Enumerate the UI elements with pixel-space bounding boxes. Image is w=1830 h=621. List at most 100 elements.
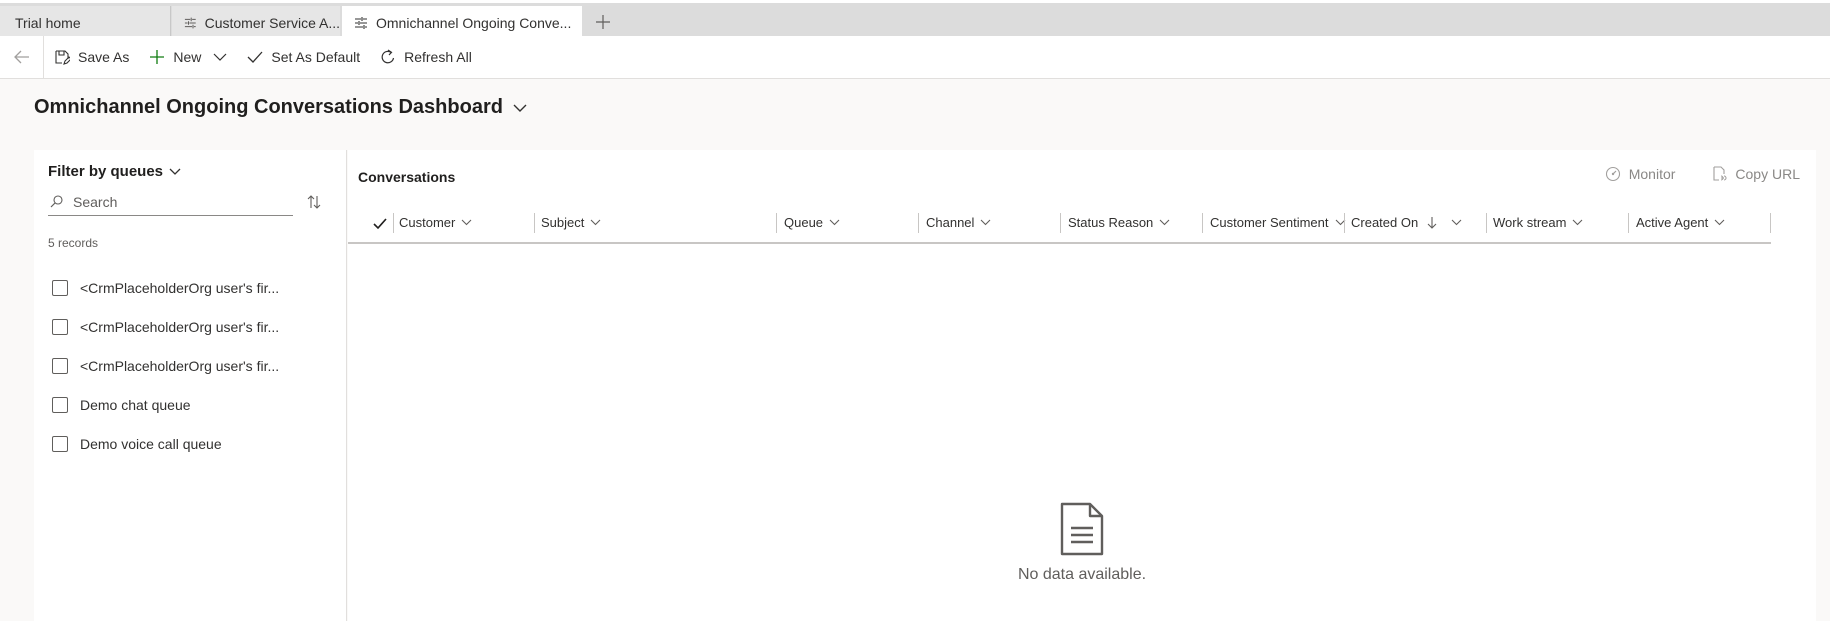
queue-label: <CrmPlaceholderOrg user's fir... <box>80 279 280 296</box>
refresh-all-label: Refresh All <box>404 49 472 65</box>
tab-omnichannel-dashboard[interactable]: Omnichannel Ongoing Conve... <box>342 6 582 39</box>
new-tab-button[interactable] <box>590 8 616 36</box>
back-button[interactable] <box>0 35 44 79</box>
column-divider <box>534 213 535 233</box>
column-header-queue[interactable]: Queue <box>784 203 840 242</box>
refresh-icon <box>381 49 395 64</box>
column-label: Status Reason <box>1068 215 1154 230</box>
queue-checkbox[interactable] <box>52 396 68 413</box>
command-bar: Save As New Set As Default Refresh All <box>0 35 1830 79</box>
plus-icon <box>150 50 165 64</box>
column-divider <box>1344 213 1345 233</box>
column-header-work-stream[interactable]: Work stream <box>1493 203 1583 242</box>
queue-checkbox[interactable] <box>52 279 68 296</box>
set-as-default-button[interactable]: Set As Default <box>237 36 370 79</box>
plus-icon <box>596 15 610 29</box>
sort-descending-arrow-icon <box>1427 217 1437 229</box>
column-header-customer-sentiment[interactable]: Customer Sentiment <box>1210 203 1346 242</box>
save-as-button[interactable]: Save As <box>44 36 139 79</box>
save-as-icon <box>55 50 70 65</box>
chevron-down-icon <box>169 168 181 175</box>
queue-item[interactable]: <CrmPlaceholderOrg user's fir... <box>52 307 279 346</box>
queue-filter-panel: Filter by queues 5 records <CrmPlacehold… <box>34 150 347 621</box>
column-divider <box>1486 213 1487 233</box>
column-divider <box>776 213 777 233</box>
page-title: Omnichannel Ongoing Conversations Dashbo… <box>34 96 503 118</box>
column-label: Queue <box>784 215 824 230</box>
dashboard-icon <box>184 17 196 28</box>
chevron-down-icon <box>829 219 840 226</box>
queue-label: Demo voice call queue <box>80 435 222 452</box>
dashboard-selector[interactable]: Omnichannel Ongoing Conversations Dashbo… <box>34 96 527 119</box>
column-label: Channel <box>926 215 975 230</box>
grid-actions: Monitor Copy URL <box>1569 166 1800 182</box>
column-label: Work stream <box>1493 215 1567 230</box>
column-divider <box>1060 213 1061 233</box>
empty-message: No data available. <box>1017 566 1147 583</box>
queue-checkbox[interactable] <box>52 435 68 452</box>
queue-list: <CrmPlaceholderOrg user's fir... <CrmPla… <box>52 268 279 463</box>
copy-url-button[interactable]: Copy URL <box>1711 166 1800 182</box>
queue-label: <CrmPlaceholderOrg user's fir... <box>80 357 280 374</box>
search-icon <box>50 195 63 208</box>
tab-trial-home[interactable]: Trial home <box>0 6 171 39</box>
chevron-down-icon[interactable] <box>213 52 227 62</box>
tab-label: Customer Service A... <box>204 14 340 31</box>
gauge-icon <box>1605 166 1620 182</box>
column-divider <box>1628 213 1629 233</box>
queue-item[interactable]: <CrmPlaceholderOrg user's fir... <box>52 268 279 307</box>
copy-url-label: Copy URL <box>1735 166 1800 182</box>
column-label: Active Agent <box>1636 215 1709 230</box>
checkmark-icon <box>247 51 263 63</box>
column-header-created-on[interactable]: Created On <box>1351 203 1462 242</box>
dashboard-icon <box>355 16 367 29</box>
document-icon <box>1060 502 1104 556</box>
queue-label: <CrmPlaceholderOrg user's fir... <box>80 318 280 335</box>
new-label: New <box>173 49 202 65</box>
column-label: Customer Sentiment <box>1210 215 1329 230</box>
tab-label: Omnichannel Ongoing Conve... <box>376 14 572 31</box>
column-label: Created On <box>1351 215 1419 230</box>
queue-label: Demo chat queue <box>80 396 191 413</box>
column-label: Customer <box>399 215 456 230</box>
save-as-label: Save As <box>78 49 130 65</box>
chevron-down-icon <box>1714 219 1725 226</box>
queue-search <box>48 188 293 216</box>
column-divider <box>393 213 394 233</box>
chevron-down-icon <box>513 104 527 112</box>
column-label: Subject <box>541 215 585 230</box>
tab-strip: Trial home Customer Service A... Omnicha… <box>0 0 1830 39</box>
filter-title: Filter by queues <box>48 163 164 180</box>
queue-checkbox[interactable] <box>52 357 68 374</box>
column-header-customer[interactable]: Customer <box>399 203 472 242</box>
chevron-down-icon <box>1159 219 1170 226</box>
column-header-active-agent[interactable]: Active Agent <box>1636 203 1725 242</box>
filter-by-queues-dropdown[interactable]: Filter by queues <box>48 163 181 180</box>
chevron-down-icon <box>981 219 991 226</box>
new-button[interactable]: New <box>139 36 237 79</box>
monitor-button[interactable]: Monitor <box>1605 166 1676 182</box>
empty-state: No data available. <box>348 502 1816 584</box>
queue-checkbox[interactable] <box>52 318 68 335</box>
chevron-down-icon <box>590 219 601 226</box>
conversations-grid: Conversations Monitor Copy URL Customer … <box>348 150 1816 621</box>
queue-item[interactable]: <CrmPlaceholderOrg user's fir... <box>52 346 279 385</box>
back-arrow-icon <box>13 50 29 64</box>
search-input[interactable] <box>73 193 273 210</box>
select-all-checkmark-icon[interactable] <box>372 216 388 232</box>
queue-item[interactable]: Demo chat queue <box>52 385 279 424</box>
column-header-subject[interactable]: Subject <box>541 203 601 242</box>
column-header-status-reason[interactable]: Status Reason <box>1068 203 1170 242</box>
queue-item[interactable]: Demo voice call queue <box>52 424 279 463</box>
column-header-channel[interactable]: Channel <box>926 203 991 242</box>
chevron-down-icon <box>461 219 472 226</box>
monitor-label: Monitor <box>1628 166 1676 182</box>
grid-header-row: Customer Subject Queue Channel Status Re… <box>348 203 1771 244</box>
set-as-default-label: Set As Default <box>271 49 361 65</box>
refresh-all-button[interactable]: Refresh All <box>370 36 482 79</box>
sort-icon <box>307 195 321 209</box>
tab-customer-service[interactable]: Customer Service A... <box>172 6 340 39</box>
tab-label: Trial home <box>15 14 81 31</box>
chevron-down-icon <box>1573 219 1583 226</box>
sort-button[interactable] <box>302 190 326 214</box>
